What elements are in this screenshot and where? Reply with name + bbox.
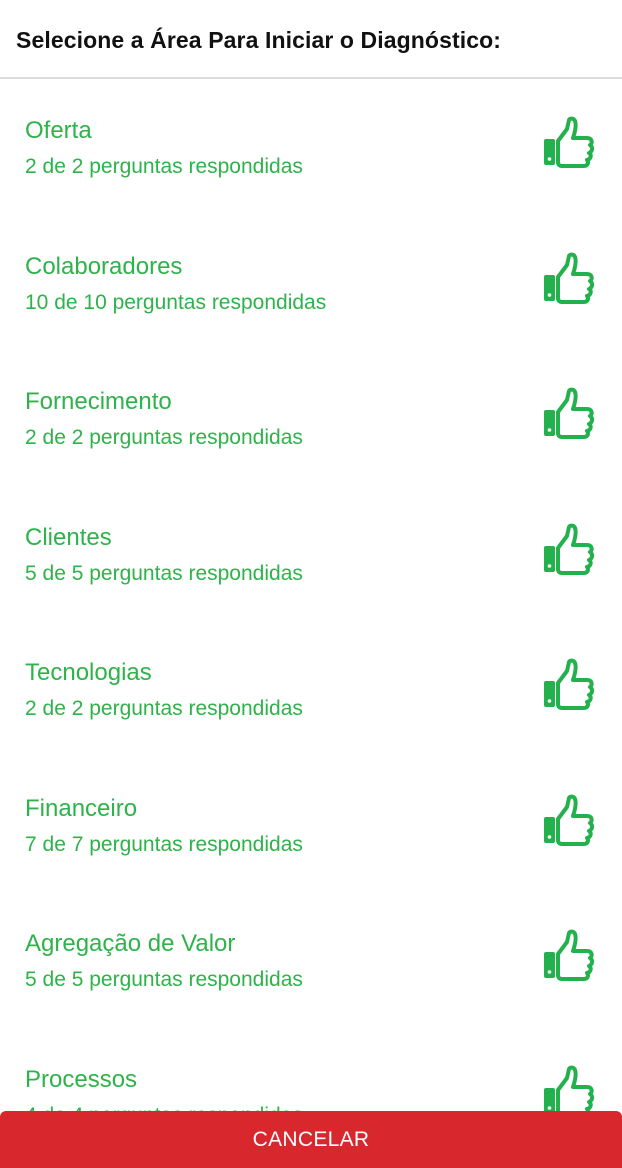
thumbs-up-icon — [540, 386, 596, 442]
area-name: Oferta — [25, 117, 92, 144]
thumbs-up-icon — [540, 657, 596, 713]
area-item-agregacao-de-valor[interactable]: Agregação de Valor 5 de 5 perguntas resp… — [0, 892, 622, 1028]
dialog-header: Selecione a Área Para Iniciar o Diagnóst… — [0, 0, 622, 79]
area-progress: 2 de 2 perguntas respondidas — [25, 155, 303, 178]
area-progress: 2 de 2 perguntas respondidas — [25, 426, 303, 449]
thumbs-up-icon — [540, 793, 596, 849]
area-selection-dialog: Selecione a Área Para Iniciar o Diagnóst… — [0, 0, 622, 1168]
area-name: Tecnologias — [25, 659, 152, 686]
area-item-oferta[interactable]: Oferta 2 de 2 perguntas respondidas — [0, 79, 622, 215]
area-progress: 5 de 5 perguntas respondidas — [25, 561, 303, 585]
thumbs-up-icon — [540, 115, 596, 171]
area-progress: 5 de 5 perguntas respondidas — [25, 968, 303, 991]
thumbs-up-icon — [540, 928, 596, 984]
area-item-financeiro[interactable]: Financeiro 7 de 7 perguntas respondidas — [0, 757, 622, 893]
area-item-colaboradores[interactable]: Colaboradores 10 de 10 perguntas respond… — [0, 215, 622, 351]
area-name: Clientes — [25, 523, 112, 551]
thumbs-up-icon — [540, 251, 596, 307]
area-item-tecnologias[interactable]: Tecnologias 2 de 2 perguntas respondidas — [0, 621, 622, 757]
area-item-fornecimento[interactable]: Fornecimento 2 de 2 perguntas respondida… — [0, 350, 622, 486]
area-item-processos[interactable]: Processos 4 de 4 perguntas respondidas — [0, 1028, 622, 1112]
area-name: Colaboradores — [25, 252, 183, 280]
area-name: Financeiro — [25, 794, 138, 822]
thumbs-up-icon — [540, 522, 596, 578]
cancel-button[interactable]: CANCELAR — [0, 1111, 622, 1168]
cancel-button-label: CANCELAR — [252, 1127, 370, 1151]
area-name: Fornecimento — [25, 388, 172, 415]
dialog-title: Selecione a Área Para Iniciar o Diagnóst… — [16, 27, 502, 53]
area-name: Processos — [25, 1065, 138, 1093]
area-progress: 7 de 7 perguntas respondidas — [25, 832, 303, 856]
area-list[interactable]: Oferta 2 de 2 perguntas respondidas Cola… — [0, 79, 622, 1112]
thumbs-up-icon — [540, 1064, 596, 1112]
area-progress: 10 de 10 perguntas respondidas — [25, 290, 327, 314]
area-progress: 2 de 2 perguntas respondidas — [25, 697, 303, 720]
area-item-clientes[interactable]: Clientes 5 de 5 perguntas respondidas — [0, 486, 622, 622]
area-name: Agregação de Valor — [25, 930, 236, 957]
